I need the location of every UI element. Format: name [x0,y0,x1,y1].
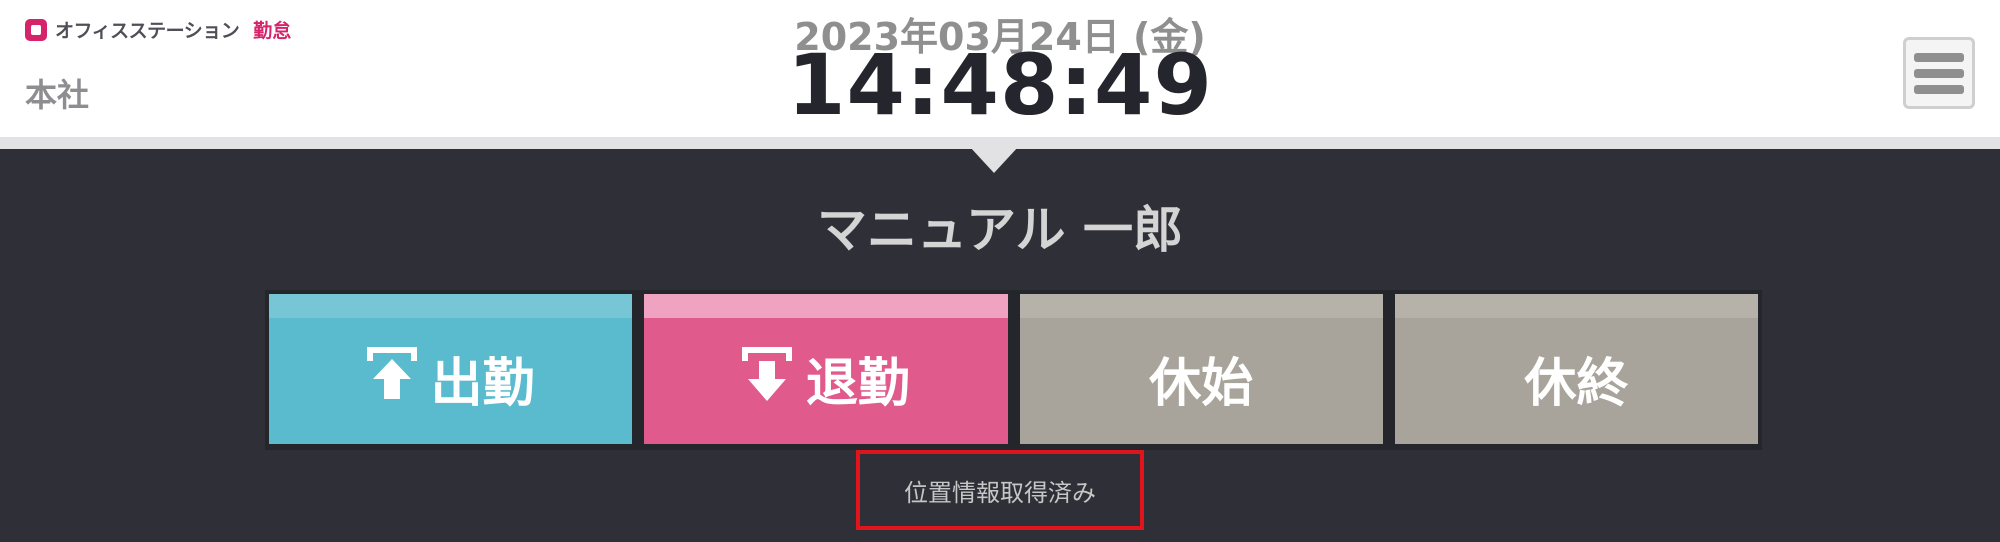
current-time: 14:48:49 [787,36,1213,134]
hamburger-line [1914,84,1964,94]
break-start-button[interactable]: 休始 [1019,294,1383,444]
clock-in-label: 出勤 [430,353,535,414]
clock-out-button[interactable]: 退勤 [644,294,1008,444]
break-start-label: 休始 [1149,353,1254,414]
clock-out-label: 退勤 [805,353,910,414]
location-status: 位置情報取得済み [856,450,1144,530]
menu-button[interactable] [1903,37,1975,109]
stamp-panel: 出勤 退勤 休始 休終 [265,290,1762,450]
break-end-label: 休終 [1524,353,1629,414]
break-end-button[interactable]: 休終 [1394,294,1758,444]
clock-out-arrow-down-icon [741,347,792,401]
user-name: マニュアル 一郎 [817,201,1183,259]
header: オフィスステーション 勤怠 本社 2023年03月24日 (金) 14:48:4… [0,0,2000,149]
hamburger-line [1914,68,1964,78]
header-pointer [970,147,1018,173]
clock-in-arrow-up-icon [366,347,417,399]
hamburger-icon [1914,52,1964,62]
clock-in-button[interactable]: 出勤 [269,294,633,444]
